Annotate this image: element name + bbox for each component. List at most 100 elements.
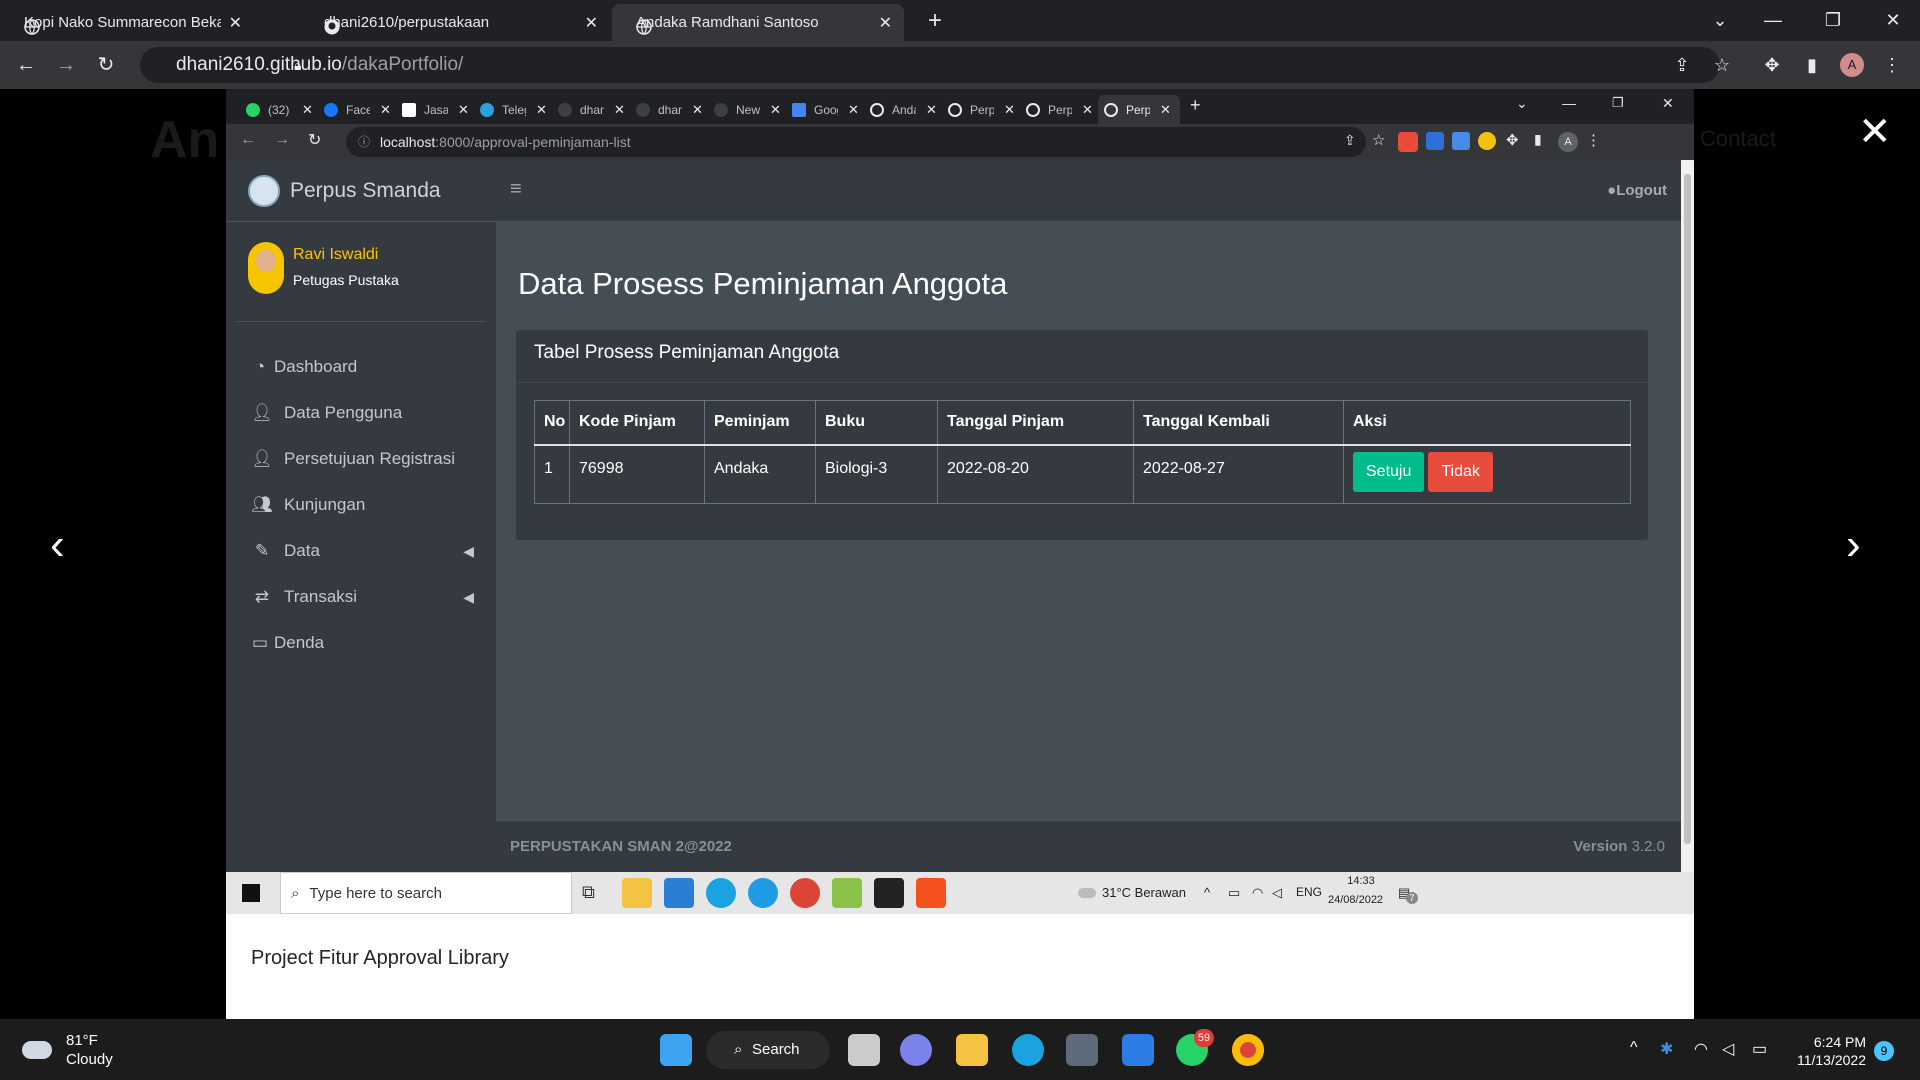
outer-tab-bar: Kopi Nako Summarecon Bekasi ✕ dhani2610/… (0, 0, 1920, 41)
sidebar-item-persetujuan-registrasi[interactable]: 👤︎ Persetujuan Registrasi (226, 436, 496, 482)
extension-fi-icon (1426, 132, 1444, 150)
sidebar-item-label: Data (284, 541, 320, 560)
battery-icon[interactable]: ▭ (1752, 1039, 1767, 1059)
reload-icon[interactable]: ↻ (92, 51, 120, 79)
wifi-icon[interactable]: ◠ (1694, 1039, 1708, 1059)
inner-tab-title: dhan (658, 102, 682, 117)
bookmark-star-icon: ☆ (1372, 132, 1386, 149)
url-host: dhani2610.github.io (176, 54, 342, 75)
brand-text: Perpus Smanda (290, 178, 441, 202)
whatsapp-badge: 59 (1194, 1029, 1214, 1047)
os-time: 6:24 PM (1813, 1034, 1866, 1050)
col-no: No (534, 400, 570, 446)
telegram-icon (480, 102, 494, 117)
search-placeholder: Type here to search (309, 884, 442, 902)
sidebar-item-kunjungan[interactable]: 👥︎ Kunjungan (226, 482, 496, 528)
user-clock-icon: 👤︎ (251, 449, 273, 468)
cell-tanggal-pinjam: 2022-08-20 (937, 444, 1134, 504)
outer-tab-1[interactable]: Kopi Nako Summarecon Bekasi ✕ (0, 4, 254, 41)
lightbox-prev-icon[interactable]: ‹ (50, 520, 65, 570)
reject-button[interactable]: Tidak (1428, 451, 1493, 492)
table-card: Tabel Prosess Peminjaman Anggota No Kode… (516, 330, 1648, 540)
sidebar-item-denda[interactable]: ▭ Denda (226, 620, 496, 666)
sidebar-item-transaksi[interactable]: ⇄ Transaksi ◀ (226, 574, 496, 620)
extension-yellow-icon (1478, 132, 1496, 150)
inner-time: 14:33 (1347, 875, 1375, 887)
bluetooth-icon[interactable]: ✱ (1660, 1039, 1673, 1059)
lightbox-close-icon[interactable]: ✕ (1858, 112, 1892, 152)
kebab-menu-icon[interactable]: ⋮ (1880, 53, 1904, 77)
bookmark-star-icon[interactable]: ☆ (1710, 53, 1734, 77)
tab-search-icon[interactable]: ⌄ (1697, 0, 1743, 40)
os-clock[interactable]: 6:24 PM 11/13/2022 (1796, 1033, 1866, 1069)
logout-link[interactable]: ●Logout (1607, 182, 1667, 199)
vscode-icon (664, 878, 694, 908)
sidebar-item-dashboard[interactable]: ◔ Dashboard (226, 344, 496, 390)
inner-tab: (32) \ ✕ (240, 95, 318, 124)
col-aksi: Aksi (1343, 400, 1631, 446)
inner-tab-active: Perp ✕ (1098, 95, 1180, 124)
lightbox-next-icon[interactable]: › (1846, 520, 1861, 570)
inner-tab-search-icon: ⌄ (1516, 95, 1528, 111)
user-circle-icon: ● (1607, 182, 1617, 199)
top-navbar: ≡ ●Logout (496, 160, 1681, 222)
github-icon (324, 19, 340, 35)
task-view-icon: ⧉ (582, 882, 595, 902)
volume-icon[interactable]: ◁ (1722, 1039, 1734, 1059)
os-notification-badge[interactable]: 9 (1874, 1041, 1894, 1061)
card-divider (516, 382, 1648, 383)
hamburger-menu-icon[interactable]: ≡ (510, 178, 522, 201)
close-icon[interactable]: ✕ (879, 13, 892, 33)
inner-tab-title: Teleg (502, 102, 526, 117)
inner-tab: Perp ✕ (1020, 95, 1098, 124)
cell-tanggal-kembali: 2022-08-27 (1133, 444, 1344, 504)
os-weather-widget[interactable]: 81°F Cloudy (22, 1031, 113, 1069)
globe-icon (1026, 102, 1040, 117)
outer-tab-title: Andaka Ramdhani Santoso (636, 14, 819, 31)
kebab-menu-icon: ⋮ (1586, 132, 1601, 149)
os-search-button[interactable]: ⌕ Search (706, 1031, 830, 1069)
restore-button[interactable]: ❐ (1810, 0, 1856, 40)
file-explorer-icon[interactable] (956, 1034, 988, 1066)
notepad-icon[interactable] (1122, 1034, 1154, 1066)
close-window-button[interactable]: ✕ (1870, 0, 1916, 40)
sidebar-item-data-pengguna[interactable]: 👤︎ Data Pengguna (226, 390, 496, 436)
back-arrow-icon[interactable]: ← (12, 51, 40, 79)
close-icon[interactable]: ✕ (229, 13, 242, 33)
info-icon: ⓘ (358, 135, 371, 149)
task-view-icon[interactable] (848, 1034, 880, 1066)
laragon-icon (832, 878, 862, 908)
windows-start-icon[interactable] (660, 1034, 692, 1066)
teams-chat-icon[interactable] (900, 1034, 932, 1066)
new-tab-button[interactable]: + (920, 4, 950, 38)
lightbox-caption: Project Fitur Approval Library (226, 914, 1694, 1019)
approve-button[interactable]: Setuju (1353, 451, 1425, 492)
table-row: 1 76998 Andaka Biologi-3 2022-08-20 2022… (534, 444, 1631, 504)
user-icon: 👤︎ (251, 403, 273, 422)
edit-icon: ✎ (254, 541, 270, 560)
inner-date: 24/08/2022 (1328, 894, 1384, 906)
col-peminjam: Peminjam (704, 400, 816, 446)
forward-arrow-icon[interactable]: → (52, 51, 80, 79)
profile-avatar[interactable]: A (1840, 53, 1864, 77)
users-icon: 👥︎ (251, 495, 273, 514)
side-panel-icon[interactable]: ▮ (1800, 53, 1824, 77)
outer-tab-2[interactable]: dhani2610/perpustakaan ✕ (300, 4, 610, 41)
inner-tab: Goog ✕ (786, 95, 864, 124)
chevron-up-icon[interactable]: ^ (1630, 1039, 1638, 1057)
sidebar-item-data[interactable]: ✎ Data ◀ (226, 528, 496, 574)
edge-icon[interactable] (1012, 1034, 1044, 1066)
outer-tab-3-active[interactable]: Andaka Ramdhani Santoso ✕ (612, 4, 904, 41)
close-icon[interactable]: ✕ (585, 13, 598, 33)
inner-tab: Teleg ✕ (474, 95, 552, 124)
background-nav-contact: Contact (1700, 126, 1776, 151)
chrome-icon[interactable] (1232, 1034, 1264, 1066)
share-icon[interactable]: ⇪ (1670, 53, 1694, 77)
col-tanggal-pinjam: Tanggal Pinjam (937, 400, 1134, 446)
terminal-icon (874, 878, 904, 908)
extensions-puzzle-icon[interactable]: ✥ (1760, 53, 1784, 77)
inner-tab-title: Perp (970, 102, 994, 117)
outer-address-bar[interactable]: 🔒︎ dhani2610.github.io/dakaPortfolio/ (140, 47, 1720, 83)
camera-icon[interactable] (1066, 1034, 1098, 1066)
minimize-button[interactable]: — (1750, 0, 1796, 40)
